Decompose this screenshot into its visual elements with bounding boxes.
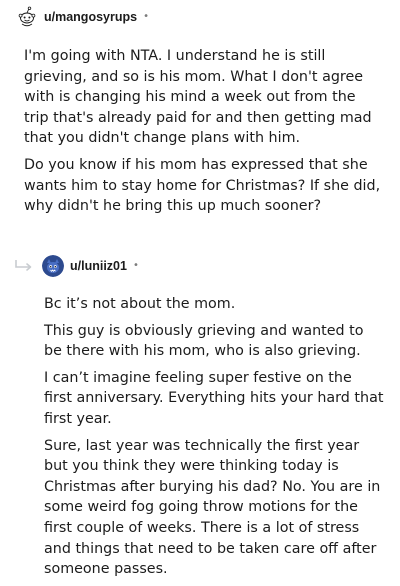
username[interactable]: u/luniiz01 <box>70 259 127 273</box>
comment-paragraph: Bc it’s not about the mom. <box>44 296 236 312</box>
blue-creature-avatar-icon[interactable] <box>42 255 64 277</box>
comment-paragraph: Sure, last year was technically the firs… <box>44 437 381 578</box>
username[interactable]: u/mangosyrups <box>44 10 137 24</box>
snoo-avatar-icon[interactable] <box>16 6 38 28</box>
comment-paragraph: I'm going with NTA. I understand he is s… <box>24 48 372 147</box>
separator-dot: • <box>132 260 139 271</box>
comment-paragraph: This guy is obviously grieving and wante… <box>44 322 364 360</box>
reply-arrow-icon <box>14 259 34 273</box>
comment-body: I'm going with NTA. I understand he is s… <box>24 46 384 223</box>
comment-header: u/mangosyrups • <box>0 5 400 29</box>
comment: u/luniiz01 • Bc it’s not about the mom. … <box>0 254 400 577</box>
comment-paragraph: I can’t imagine feeling super festive on… <box>44 369 384 427</box>
comment-header: u/luniiz01 • <box>0 254 400 278</box>
comment-body: Bc it’s not about the mom. This guy is o… <box>44 294 384 586</box>
comment-paragraph: Do you know if his mom has expressed tha… <box>24 156 381 215</box>
comment: u/mangosyrups • I'm going with NTA. I un… <box>0 5 400 214</box>
separator-dot: • <box>143 11 149 22</box>
